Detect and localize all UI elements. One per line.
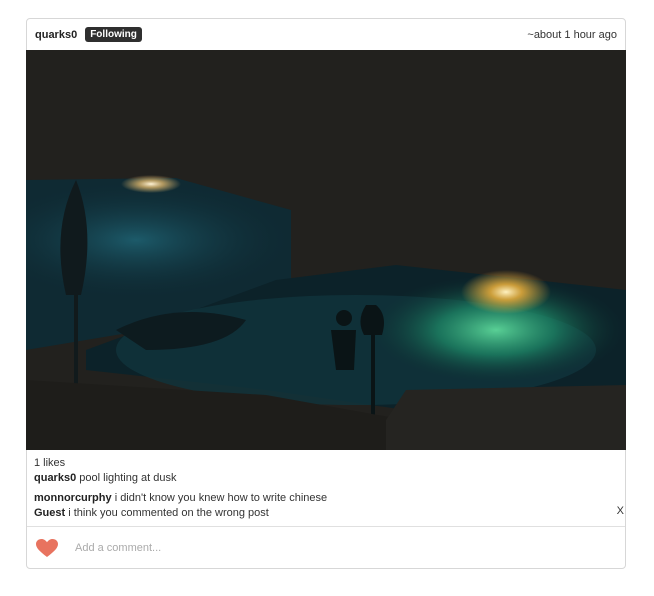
post-author[interactable]: quarks0: [35, 29, 77, 41]
caption-text: pool lighting at dusk: [79, 472, 177, 484]
comment-item: Guest i think you commented on the wrong…: [34, 506, 619, 521]
comment-text: i didn't know you knew how to write chin…: [114, 492, 328, 504]
post-header: quarks0 Following ~about 1 hour ago: [27, 19, 625, 50]
heart-icon[interactable]: [35, 537, 59, 559]
comment-author[interactable]: Guest: [34, 507, 65, 519]
comment-composer: [27, 527, 625, 569]
post-timestamp: ~about 1 hour ago: [527, 28, 617, 41]
caption: quarks0 pool lighting at dusk: [34, 471, 619, 486]
comment-text: i think you commented on the wrong post: [68, 507, 269, 519]
comment-list: monnorcurphy i didn't know you knew how …: [34, 491, 619, 521]
post-image: [26, 50, 626, 450]
post-meta: 1 likes quarks0 pool lighting at dusk mo…: [34, 456, 624, 521]
follow-button[interactable]: Following: [85, 27, 142, 42]
post-card: quarks0 Following ~about 1 hour ago 1 li…: [26, 18, 626, 569]
comment-item: monnorcurphy i didn't know you knew how …: [34, 491, 619, 506]
caption-author[interactable]: quarks0: [34, 472, 76, 484]
delete-comment-button[interactable]: X: [617, 505, 624, 517]
comment-author[interactable]: monnorcurphy: [34, 492, 112, 504]
like-count: 1 likes: [34, 457, 66, 469]
comment-input[interactable]: [73, 541, 557, 555]
pool-photo: [26, 50, 626, 450]
